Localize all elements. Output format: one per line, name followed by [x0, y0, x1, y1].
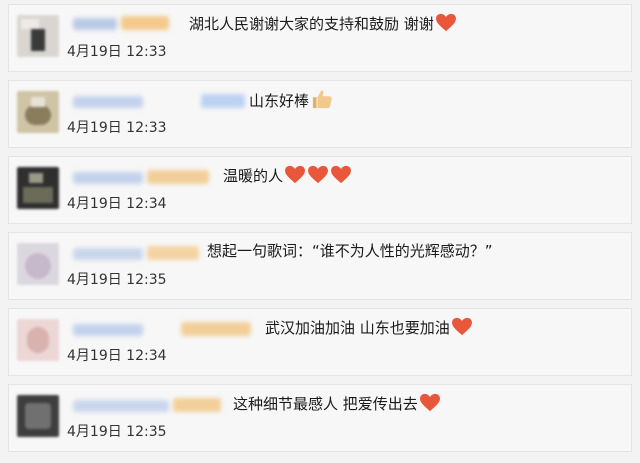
comment-timestamp: 4月19日 12:34: [67, 348, 167, 364]
comment-card[interactable]: 武汉加油加油 山东也要加油 4月19日 12:34: [8, 308, 632, 376]
user-badge: [121, 16, 169, 30]
comment-text: 湖北人民谢谢大家的支持和鼓励 谢谢: [189, 15, 434, 33]
heart-icon: [434, 13, 457, 33]
comment-timestamp: 4月19日 12:34: [67, 196, 167, 212]
comment-content: 想起一句歌词：“谁不为人性的光辉感动？”: [207, 241, 493, 261]
user-badge: [173, 398, 221, 412]
heart-icon: [306, 165, 329, 185]
avatar[interactable]: [17, 243, 59, 285]
username[interactable]: [73, 400, 169, 412]
user-badge: [147, 246, 199, 260]
comment-content: 武汉加油加油 山东也要加油: [265, 317, 473, 338]
username[interactable]: [73, 96, 143, 108]
comment-content: 温暖的人: [223, 165, 352, 186]
avatar[interactable]: [17, 319, 59, 361]
comment-timestamp: 4月19日 12:33: [67, 120, 167, 136]
comment-content: 山东好棒: [249, 89, 333, 111]
user-badge: [147, 170, 209, 184]
user-badge: [181, 322, 251, 336]
comment-timestamp: 4月19日 12:35: [67, 272, 167, 288]
comment-list: 湖北人民谢谢大家的支持和鼓励 谢谢 4月19日 12:33 山东好棒 4月19日…: [0, 0, 640, 463]
avatar[interactable]: [17, 15, 59, 57]
username[interactable]: [73, 18, 117, 30]
user-badge: [201, 94, 245, 108]
comment-text: 温暖的人: [223, 167, 284, 185]
comment-text: 山东好棒: [249, 92, 310, 110]
comment-timestamp: 4月19日 12:33: [67, 44, 167, 60]
comment-content: 湖北人民谢谢大家的支持和鼓励 谢谢: [189, 13, 457, 34]
heart-icon: [283, 165, 306, 185]
comment-text: 想起一句歌词：“谁不为人性的光辉感动？”: [207, 242, 493, 260]
comment-card[interactable]: 这种细节最感人 把爱传出去 4月19日 12:35: [8, 384, 632, 452]
comment-text: 武汉加油加油 山东也要加油: [265, 319, 450, 337]
avatar[interactable]: [17, 167, 59, 209]
username[interactable]: [73, 324, 143, 336]
comment-text: 这种细节最感人 把爱传出去: [233, 395, 418, 413]
avatar[interactable]: [17, 91, 59, 133]
comment-card[interactable]: 温暖的人 4月19日 12:34: [8, 156, 632, 224]
comment-card[interactable]: 想起一句歌词：“谁不为人性的光辉感动？” 4月19日 12:35: [8, 232, 632, 300]
comment-card[interactable]: 山东好棒 4月19日 12:33: [8, 80, 632, 148]
username[interactable]: [73, 248, 143, 260]
heart-icon: [450, 317, 473, 337]
comment-timestamp: 4月19日 12:35: [67, 424, 167, 440]
heart-icon: [418, 393, 441, 413]
comment-card[interactable]: 湖北人民谢谢大家的支持和鼓励 谢谢 4月19日 12:33: [8, 4, 632, 72]
comment-content: 这种细节最感人 把爱传出去: [233, 393, 441, 414]
heart-icon: [329, 165, 352, 185]
username[interactable]: [73, 172, 143, 184]
thumbs-up-icon: [309, 90, 333, 110]
avatar[interactable]: [17, 395, 59, 437]
